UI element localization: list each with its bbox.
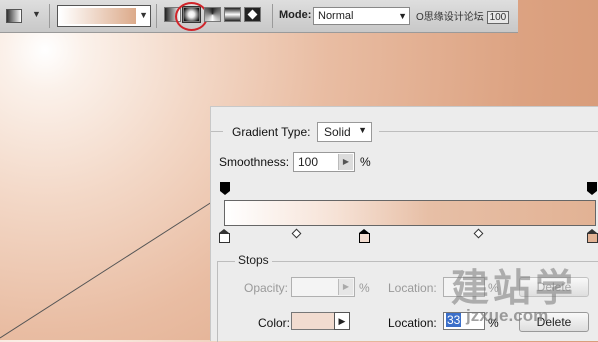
color-stop-right[interactable]: [587, 229, 598, 243]
chevron-right-icon[interactable]: ▶: [338, 154, 353, 170]
gradient-type-label: Gradient Type:: [232, 125, 311, 139]
color-midpoint[interactable]: [473, 228, 484, 239]
smoothness-input[interactable]: 100 ▶: [293, 152, 355, 172]
opacity-stop-right[interactable]: [587, 182, 597, 195]
opacity-unit: %: [359, 281, 370, 295]
color-midpoint[interactable]: [291, 228, 302, 239]
gradient-editor-panel: Gradient Type: Solid ▼ Smoothness: 100 ▶…: [210, 106, 598, 342]
color-location-label: Location:: [388, 316, 437, 330]
gradient-type-value: Solid: [324, 125, 351, 139]
opacity-input[interactable]: ▶: [291, 277, 355, 297]
color-label: Color:: [258, 316, 291, 330]
smoothness-unit: %: [360, 155, 371, 169]
divider: [211, 131, 223, 132]
opacity-stop-left[interactable]: [220, 182, 230, 195]
color-stop-left[interactable]: [219, 229, 230, 243]
color-stop-selected[interactable]: [359, 229, 370, 243]
divider: [379, 131, 598, 132]
color-location-value: 33: [446, 313, 462, 327]
watermark-url: jzxue.com: [466, 306, 549, 325]
chevron-down-icon: ▼: [358, 125, 367, 135]
gradient-bar[interactable]: [224, 200, 596, 226]
watermark-logo: 建站学: [451, 268, 578, 310]
chevron-right-icon[interactable]: ▶: [334, 312, 350, 330]
chevron-right-icon[interactable]: ▶: [338, 279, 353, 295]
opacity-location-label: Location:: [388, 281, 437, 295]
gradient-type-select[interactable]: Solid ▼: [317, 122, 372, 142]
stops-title: Stops: [235, 253, 272, 267]
opacity-label: Opacity:: [244, 281, 289, 295]
smoothness-label: Smoothness:: [219, 155, 290, 169]
smoothness-value: 100: [298, 155, 319, 169]
